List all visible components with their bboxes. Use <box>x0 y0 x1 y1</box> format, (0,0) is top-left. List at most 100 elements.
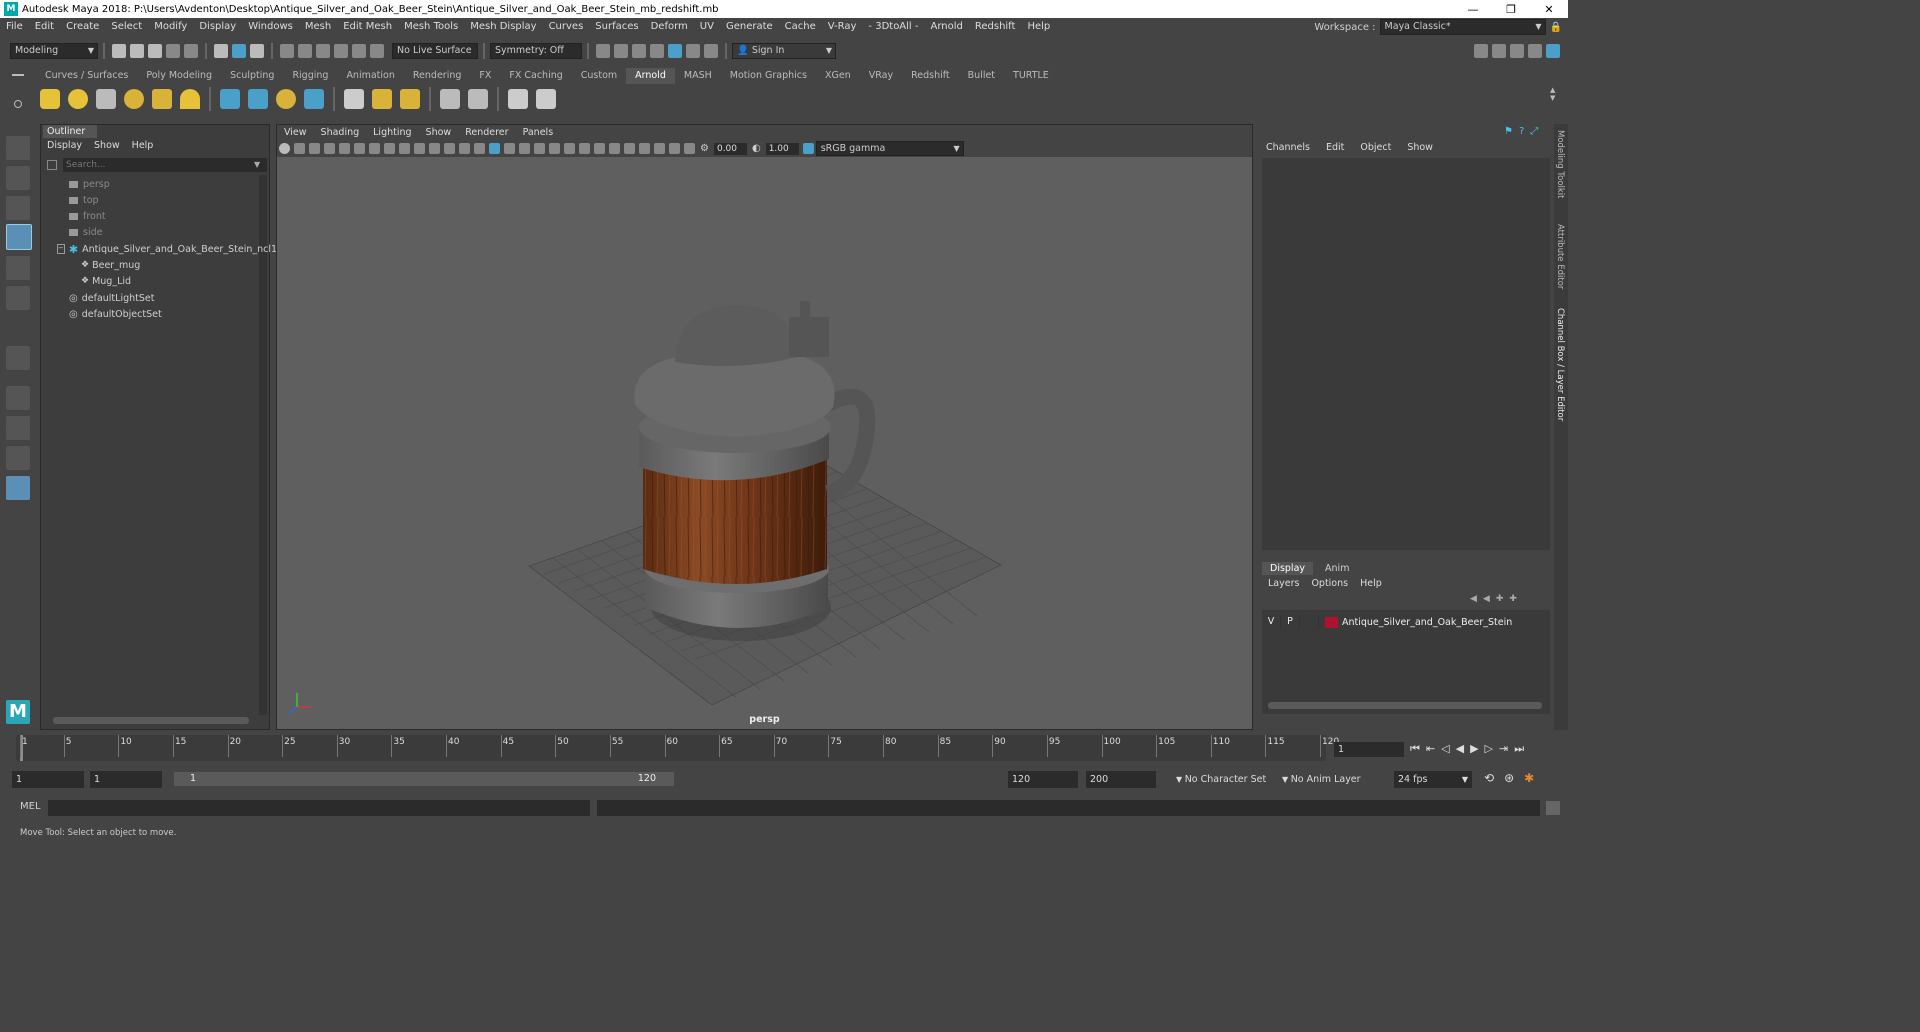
viewport-canvas[interactable] <box>277 157 1252 729</box>
tx-manager-icon[interactable] <box>372 89 392 109</box>
outliner-item-beer-mug[interactable]: ❖ Beer_mug <box>41 257 301 273</box>
snap-projected-icon[interactable] <box>370 44 384 58</box>
live-surface-field[interactable]: No Live Surface <box>392 43 478 59</box>
outliner-item-default-light-set[interactable]: ◎ defaultLightSet <box>41 290 289 306</box>
close-button[interactable]: ✕ <box>1530 3 1568 16</box>
outliner-item-top[interactable]: top <box>41 192 289 208</box>
menu-redshift[interactable]: Redshift <box>969 18 1022 36</box>
side-tab-channel-box[interactable]: Channel Box / Layer Editor <box>1555 308 1565 421</box>
shelf-tab-bullet[interactable]: Bullet <box>959 68 1004 84</box>
use-all-lights-icon[interactable] <box>549 143 560 154</box>
menu-help[interactable]: Help <box>1021 18 1056 36</box>
channel-menu-show[interactable]: Show <box>1407 142 1433 153</box>
collapse-icon[interactable]: − <box>57 244 65 254</box>
shadows-icon[interactable] <box>564 143 575 154</box>
menu-uv[interactable]: UV <box>694 18 720 36</box>
menu-modify[interactable]: Modify <box>148 18 193 36</box>
script-editor-icon[interactable] <box>1546 801 1560 815</box>
menu-set-dropdown[interactable]: Modeling ▼ <box>10 43 98 59</box>
menu-edit-mesh[interactable]: Edit Mesh <box>337 18 398 36</box>
shelf-tab-fx-caching[interactable]: FX Caching <box>500 68 571 84</box>
shelf-tab-arnold[interactable]: Arnold <box>626 68 675 84</box>
motion-blur-icon[interactable] <box>594 143 605 154</box>
attribute-editor-icon[interactable] <box>1492 44 1506 58</box>
channel-box-float-icon[interactable]: ⤢ <box>1530 126 1538 137</box>
ipr-render-icon[interactable] <box>632 44 646 58</box>
menu-edit[interactable]: Edit <box>29 18 60 36</box>
animation-preferences-icon[interactable]: ✱ <box>1524 771 1534 785</box>
shelf-scroll-icon[interactable]: ▲ ▼ <box>1550 86 1560 114</box>
texture-tx-icon[interactable] <box>344 89 364 109</box>
shelf-tab-curves-surfaces[interactable]: Curves / Surfaces <box>36 68 137 84</box>
time-ruler[interactable]: 1 5 10 15 20 25 30 35 40 45 50 55 60 65 70 75 80 85 90 95 10… <box>16 735 1339 761</box>
render-current-icon[interactable] <box>614 44 628 58</box>
pause-icon[interactable] <box>704 44 718 58</box>
step-forward-key-icon[interactable]: ⇥ <box>1499 742 1508 756</box>
smooth-shade-icon[interactable] <box>489 143 500 154</box>
snap-live-icon[interactable] <box>352 44 366 58</box>
outliner-search-input[interactable]: Search... <box>63 158 267 172</box>
xray-icon[interactable] <box>654 143 665 154</box>
command-language-label[interactable]: MEL <box>20 801 41 812</box>
snap-view-plane-icon[interactable] <box>334 44 348 58</box>
camera-attributes-icon[interactable] <box>294 143 305 154</box>
snap-point-icon[interactable] <box>316 44 330 58</box>
outliner-menu-show[interactable]: Show <box>94 140 120 153</box>
layer-row[interactable]: V P Antique_Silver_and_Oak_Beer_Stein <box>1262 614 1550 630</box>
channel-menu-object[interactable]: Object <box>1360 142 1391 153</box>
outliner-layout-icon[interactable] <box>6 476 30 500</box>
menu-surfaces[interactable]: Surfaces <box>589 18 644 36</box>
menu-mesh[interactable]: Mesh <box>299 18 337 36</box>
area-light-icon[interactable] <box>40 89 60 109</box>
side-tab-modeling-toolkit[interactable]: Modeling Toolkit <box>1555 130 1565 199</box>
render-play-icon[interactable] <box>536 89 556 109</box>
undo-icon[interactable] <box>166 44 180 58</box>
outliner-menu-help[interactable]: Help <box>132 140 154 153</box>
shelf-tab-rigging[interactable]: Rigging <box>283 68 337 84</box>
outliner-item-side[interactable]: side <box>41 224 289 240</box>
render-view-icon[interactable] <box>596 44 610 58</box>
viewport-menu-renderer[interactable]: Renderer <box>465 127 508 138</box>
lock-icon[interactable]: 🔒 <box>1550 22 1562 33</box>
render-settings-icon[interactable] <box>650 44 664 58</box>
current-frame-input[interactable]: 1 <box>1334 742 1404 757</box>
sign-in-button[interactable]: 👤 Sign In ▼ <box>732 43 836 59</box>
layer-menu-layers[interactable]: Layers <box>1268 578 1299 589</box>
side-tab-attribute-editor[interactable]: Attribute Editor <box>1555 224 1565 289</box>
menu-mesh-display[interactable]: Mesh Display <box>464 18 542 36</box>
workspace-dropdown[interactable]: Maya Classic* ▼ <box>1379 19 1546 35</box>
go-to-end-icon[interactable]: ⏭ <box>1514 742 1524 756</box>
viewport-menu-panels[interactable]: Panels <box>523 127 554 138</box>
menu-file[interactable]: File <box>0 18 29 36</box>
outliner-item-default-object-set[interactable]: ◎ defaultObjectSet <box>41 306 289 322</box>
lasso-tool-icon[interactable] <box>6 166 30 190</box>
channel-menu-edit[interactable]: Edit <box>1326 142 1344 153</box>
render-setup-icon[interactable] <box>468 89 488 109</box>
color-management-icon[interactable] <box>802 143 814 154</box>
symmetry-dropdown[interactable]: Symmetry: Off <box>490 43 582 59</box>
menu-vray[interactable]: V-Ray <box>822 18 863 36</box>
image-plane-icon[interactable] <box>324 143 335 154</box>
open-scene-icon[interactable] <box>130 44 144 58</box>
animation-start-input[interactable]: 1 <box>12 771 84 788</box>
layer-menu-help[interactable]: Help <box>1360 578 1382 589</box>
skydome-light-icon[interactable] <box>124 89 144 109</box>
photometric-light-icon[interactable] <box>96 89 116 109</box>
snap-grid-icon[interactable] <box>280 44 294 58</box>
play-forward-icon[interactable]: ▶ <box>1470 742 1478 756</box>
menu-mesh-tools[interactable]: Mesh Tools <box>398 18 464 36</box>
standin-icon[interactable] <box>220 89 240 109</box>
channel-list[interactable] <box>1262 158 1550 550</box>
channel-box-help-icon[interactable]: ? <box>1519 126 1524 137</box>
layer-tab-display[interactable]: Display <box>1262 562 1314 575</box>
xray-components-icon[interactable] <box>684 143 695 154</box>
render-proxy-icon[interactable] <box>440 89 460 109</box>
outliner-item-persp[interactable]: persp <box>41 176 289 192</box>
viewport-menu-show[interactable]: Show <box>426 127 452 138</box>
command-input[interactable] <box>48 800 590 816</box>
shelf-tab-xgen[interactable]: XGen <box>816 68 860 84</box>
save-scene-icon[interactable] <box>148 44 162 58</box>
snap-curve-icon[interactable] <box>298 44 312 58</box>
bookmarks-icon[interactable] <box>309 143 320 154</box>
minimize-button[interactable]: — <box>1454 3 1492 16</box>
